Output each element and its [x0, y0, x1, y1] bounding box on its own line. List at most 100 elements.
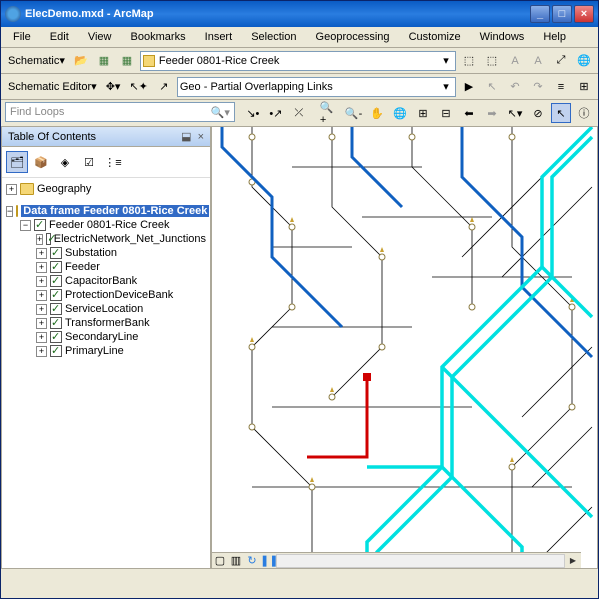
map-view[interactable]: ▢ ▥ ↻ ❚❚ ▶ — [211, 126, 598, 569]
tree-geography[interactable]: + Geography — [6, 182, 206, 196]
tree-layer[interactable]: +CapacitorBank — [36, 274, 206, 288]
menu-bookmarks[interactable]: Bookmarks — [123, 29, 194, 45]
menu-insert[interactable]: Insert — [197, 29, 241, 45]
horizontal-scrollbar[interactable] — [276, 554, 565, 568]
expand-icon[interactable]: + — [36, 332, 47, 343]
clearselect-icon[interactable]: ⊘ — [528, 103, 548, 123]
align-icon[interactable]: ≡ — [551, 77, 571, 97]
tree-layer[interactable]: +Substation — [36, 246, 206, 260]
menu-edit[interactable]: Edit — [42, 29, 77, 45]
open-icon[interactable]: 📂 — [71, 51, 91, 71]
expand-icon[interactable]: + — [36, 276, 47, 287]
expand-icon[interactable]: + — [36, 248, 47, 259]
list-drawing-order-icon[interactable]: 🗂 — [6, 151, 28, 173]
checkbox[interactable] — [50, 247, 62, 259]
back-icon[interactable]: ⬅ — [459, 103, 479, 123]
checkbox[interactable] — [50, 331, 62, 343]
checkbox[interactable] — [50, 261, 62, 273]
select-icon[interactable]: ↖✦ — [126, 77, 150, 97]
tree-layer[interactable]: +SecondaryLine — [36, 330, 206, 344]
tree-feeder[interactable]: − Feeder 0801-Rice Creek — [20, 218, 206, 232]
tree-dataframe[interactable]: − Data frame Feeder 0801-Rice Creek — [6, 204, 206, 218]
expand-icon[interactable]: + — [36, 290, 47, 301]
scale-icon[interactable]: ⤢ — [551, 51, 571, 71]
text-a2-icon[interactable]: A — [528, 51, 548, 71]
schematic-editor-menu[interactable]: Schematic Editor ▾ — [5, 77, 100, 97]
selectelem-icon[interactable]: ↖ — [551, 103, 571, 123]
menu-view[interactable]: View — [80, 29, 120, 45]
schematic-menu[interactable]: Schematic ▾ — [5, 51, 68, 71]
list-selection-icon[interactable]: ☑ — [78, 151, 100, 173]
zoom-in-icon[interactable]: 🔍+ — [317, 103, 340, 123]
fixed-zoom-out-icon[interactable]: ⊟ — [436, 103, 456, 123]
zoom-out-icon[interactable]: 🔍- — [343, 103, 364, 123]
checkbox[interactable] — [50, 317, 62, 329]
list-visibility-icon[interactable]: ◈ — [54, 151, 76, 173]
text-a-icon[interactable]: A — [505, 51, 525, 71]
expand-icon[interactable]: + — [6, 184, 17, 195]
checkbox[interactable] — [50, 303, 62, 315]
menu-file[interactable]: File — [5, 29, 39, 45]
pan-icon[interactable]: ✋ — [367, 103, 387, 123]
tree-layer[interactable]: +ServiceLocation — [36, 302, 206, 316]
full-extent-icon[interactable]: 🌐 — [390, 103, 410, 123]
redo-icon[interactable]: ↷ — [528, 77, 548, 97]
generate-icon[interactable]: ▦ — [94, 51, 114, 71]
forward-icon[interactable]: ➡ — [482, 103, 502, 123]
propagate-icon[interactable]: ⬚ — [459, 51, 479, 71]
menu-selection[interactable]: Selection — [243, 29, 304, 45]
scroll-right-icon[interactable]: ▶ — [565, 556, 581, 565]
identify-icon[interactable]: ⓘ — [574, 103, 594, 123]
props-icon[interactable]: ⊞ — [574, 77, 594, 97]
expand-icon[interactable]: + — [36, 304, 47, 315]
pointer-icon[interactable]: ↖ — [482, 77, 502, 97]
propagate2-icon[interactable]: ⬚ — [482, 51, 502, 71]
trace2-icon[interactable]: •↗ — [266, 103, 286, 123]
list-source-icon[interactable]: 📦 — [30, 151, 52, 173]
expand-icon[interactable]: + — [36, 346, 47, 357]
close-button[interactable]: × — [574, 5, 594, 23]
menu-geoprocessing[interactable]: Geoprocessing — [308, 29, 398, 45]
minimize-button[interactable]: _ — [530, 5, 550, 23]
search-input[interactable]: Find Loops 🔍▾ — [5, 102, 235, 122]
toc-close-icon[interactable]: × — [198, 131, 204, 143]
layout-dropdown[interactable]: Geo - Partial Overlapping Links ▾ — [177, 77, 456, 97]
menu-windows[interactable]: Windows — [472, 29, 533, 45]
checkbox[interactable] — [34, 219, 46, 231]
refresh-view-icon[interactable]: ↻ — [244, 554, 260, 567]
collapse-icon[interactable]: − — [6, 206, 13, 217]
trace-icon[interactable]: ↘• — [243, 103, 263, 123]
layout-view-icon[interactable]: ▥ — [228, 554, 244, 567]
layout-task-icon[interactable]: ↗ — [154, 77, 174, 97]
checkbox[interactable] — [50, 275, 62, 287]
checkbox[interactable] — [46, 233, 51, 245]
options-icon[interactable]: ⋮≡ — [102, 151, 124, 173]
maximize-button[interactable]: □ — [552, 5, 572, 23]
edit-move-icon[interactable]: ✥▾ — [103, 77, 124, 97]
select-features-icon[interactable]: ↖▾ — [505, 103, 525, 123]
checkbox[interactable] — [50, 289, 62, 301]
checkbox[interactable] — [50, 345, 62, 357]
undo-icon[interactable]: ↶ — [505, 77, 525, 97]
trace3-icon[interactable]: ⤫ — [289, 103, 309, 123]
menu-help[interactable]: Help — [535, 29, 574, 45]
search-icon[interactable]: 🔍▾ — [211, 106, 230, 119]
feeder-dropdown[interactable]: Feeder 0801-Rice Creek ▾ — [140, 51, 456, 71]
expand-icon[interactable]: + — [36, 318, 47, 329]
tree-layer[interactable]: +ProtectionDeviceBank — [36, 288, 206, 302]
pin-icon[interactable]: ⬓ — [181, 130, 191, 143]
apply-layout-icon[interactable]: ▶ — [459, 77, 479, 97]
tree-layer[interactable]: +PrimaryLine — [36, 344, 206, 358]
expand-icon[interactable]: + — [36, 262, 47, 273]
data-view-icon[interactable]: ▢ — [212, 554, 228, 567]
menu-customize[interactable]: Customize — [401, 29, 469, 45]
update-icon[interactable]: ▦ — [117, 51, 137, 71]
expand-icon[interactable]: + — [36, 234, 43, 245]
tree-layer[interactable]: +TransformerBank — [36, 316, 206, 330]
refresh-icon[interactable]: 🌐 — [574, 51, 594, 71]
tree-layer[interactable]: +Feeder — [36, 260, 206, 274]
tree-layer[interactable]: +ElectricNetwork_Net_Junctions — [36, 232, 206, 246]
fixed-zoom-in-icon[interactable]: ⊞ — [413, 103, 433, 123]
collapse-icon[interactable]: − — [20, 220, 31, 231]
pause-draw-icon[interactable]: ❚❚ — [260, 554, 276, 567]
